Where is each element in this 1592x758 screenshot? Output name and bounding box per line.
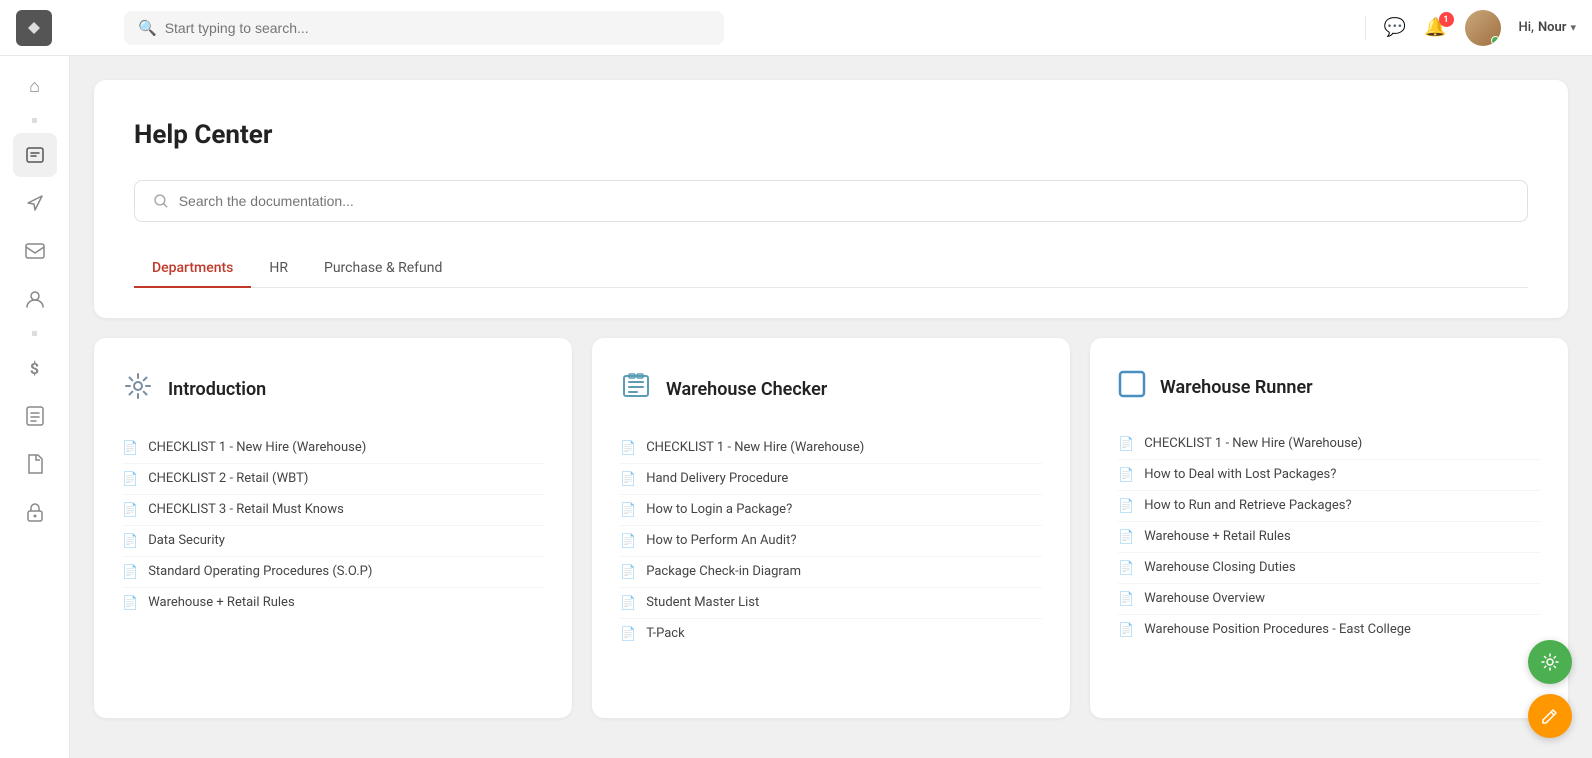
edit-chat-button[interactable] (1528, 694, 1572, 738)
sidebar: ⌂ $ (0, 0, 70, 758)
doc-icon: 📄 (122, 503, 138, 518)
list-item[interactable]: 📄 CHECKLIST 2 - Retail (WBT) (122, 464, 544, 495)
tab-departments[interactable]: Departments (134, 250, 251, 288)
category-title-introduction: Introduction (168, 379, 266, 400)
doc-icon: 📄 (620, 627, 636, 642)
sidebar-item-users[interactable] (13, 277, 57, 321)
notification-badge: 1 (1439, 12, 1454, 27)
list-item[interactable]: 📄 CHECKLIST 1 - New Hire (Warehouse) (122, 433, 544, 464)
chat-buttons (1528, 640, 1572, 738)
list-item[interactable]: 📄 T-Pack (620, 619, 1042, 649)
avatar[interactable] (1465, 10, 1501, 46)
app-logo[interactable] (16, 10, 52, 46)
doc-icon: 📄 (1118, 592, 1134, 607)
settings-chat-button[interactable] (1528, 640, 1572, 684)
list-item[interactable]: 📄 CHECKLIST 1 - New Hire (Warehouse) (620, 433, 1042, 464)
sidebar-item-documents[interactable] (13, 442, 57, 486)
page-title: Help Center (134, 120, 1528, 150)
gear-icon (122, 370, 154, 409)
list-item[interactable]: 📄 CHECKLIST 3 - Retail Must Knows (122, 495, 544, 526)
list-item[interactable]: 📄 Warehouse + Retail Rules (122, 588, 544, 618)
doc-icon: 📄 (122, 565, 138, 580)
list-item[interactable]: 📄 How to Perform An Audit? (620, 526, 1042, 557)
list-item[interactable]: 📄 How to Run and Retrieve Packages? (1118, 491, 1540, 522)
doc-icon: 📄 (620, 472, 636, 487)
doc-icon: 📄 (620, 503, 636, 518)
category-header-warehouse-runner: Warehouse Runner (1118, 370, 1540, 405)
list-item[interactable]: 📄 Warehouse Position Procedures - East C… (1118, 615, 1540, 645)
list-item[interactable]: 📄 Data Security (122, 526, 544, 557)
list-item[interactable]: 📄 How to Login a Package? (620, 495, 1042, 526)
category-items-warehouse-checker: 📄 CHECKLIST 1 - New Hire (Warehouse) 📄 H… (620, 433, 1042, 649)
category-title-warehouse-checker: Warehouse Checker (666, 379, 827, 400)
category-card-warehouse-runner: Warehouse Runner 📄 CHECKLIST 1 - New Hir… (1090, 338, 1568, 718)
list-item[interactable]: 📄 Warehouse + Retail Rules (1118, 522, 1540, 553)
list-item[interactable]: 📄 Standard Operating Procedures (S.O.P) (122, 557, 544, 588)
tab-hr[interactable]: HR (251, 250, 306, 288)
doc-icon: 📄 (122, 534, 138, 549)
doc-icon: 📄 (620, 534, 636, 549)
doc-icon: 📄 (1118, 437, 1134, 452)
list-item[interactable]: 📄 Hand Delivery Procedure (620, 464, 1042, 495)
sidebar-item-lock[interactable] (13, 490, 57, 534)
doc-icon: 📄 (122, 441, 138, 456)
sidebar-item-reports[interactable] (13, 394, 57, 438)
sidebar-item-send[interactable] (13, 181, 57, 225)
notification-icon[interactable]: 🔔 1 (1424, 17, 1446, 38)
list-item[interactable]: 📄 CHECKLIST 1 - New Hire (Warehouse) (1118, 429, 1540, 460)
category-header-warehouse-checker: Warehouse Checker (620, 370, 1042, 409)
tab-purchase-refund[interactable]: Purchase & Refund (306, 250, 460, 288)
help-search-icon (153, 193, 169, 209)
doc-icon: 📄 (620, 441, 636, 456)
category-card-warehouse-checker: Warehouse Checker 📄 CHECKLIST 1 - New Hi… (592, 338, 1070, 718)
sidebar-item-tasks[interactable] (13, 133, 57, 177)
list-icon (620, 370, 652, 409)
avatar-online-indicator (1491, 36, 1500, 45)
doc-icon: 📄 (1118, 499, 1134, 514)
help-tabs: Departments HR Purchase & Refund (134, 250, 1528, 288)
global-search-input[interactable] (165, 20, 710, 36)
chat-icon[interactable]: 💬 (1384, 17, 1406, 38)
chevron-down-icon[interactable]: ▾ (1570, 21, 1576, 34)
list-item[interactable]: 📄 Package Check-in Diagram (620, 557, 1042, 588)
topbar-divider (1365, 16, 1366, 40)
doc-icon: 📄 (1118, 623, 1134, 638)
doc-icon: 📄 (122, 596, 138, 611)
sidebar-item-home[interactable]: ⌂ (13, 64, 57, 108)
doc-icon: 📄 (620, 565, 636, 580)
category-title-warehouse-runner: Warehouse Runner (1160, 377, 1313, 398)
list-item[interactable]: 📄 Warehouse Overview (1118, 584, 1540, 615)
sidebar-item-mail[interactable] (13, 229, 57, 273)
sidebar-dot (32, 118, 37, 123)
category-card-introduction: Introduction 📄 CHECKLIST 1 - New Hire (W… (94, 338, 572, 718)
global-search-bar[interactable]: 🔍 (124, 11, 724, 45)
doc-icon: 📄 (1118, 468, 1134, 483)
list-item[interactable]: 📄 Student Master List (620, 588, 1042, 619)
list-item[interactable]: 📄 Warehouse Closing Duties (1118, 553, 1540, 584)
doc-icon: 📄 (1118, 561, 1134, 576)
help-search-bar[interactable] (134, 180, 1528, 222)
main-content: Help Center Departments HR Purchase & Re… (70, 56, 1592, 758)
topbar: 🔍 💬 🔔 1 Hi, Nour ▾ (0, 0, 1592, 56)
category-items-introduction: 📄 CHECKLIST 1 - New Hire (Warehouse) 📄 C… (122, 433, 544, 618)
doc-icon: 📄 (620, 596, 636, 611)
sidebar-dot-2 (32, 331, 37, 336)
sidebar-item-finance[interactable]: $ (13, 346, 57, 390)
category-grid: Introduction 📄 CHECKLIST 1 - New Hire (W… (94, 338, 1568, 718)
square-icon (1118, 370, 1146, 405)
search-icon: 🔍 (138, 19, 157, 37)
list-item[interactable]: 📄 How to Deal with Lost Packages? (1118, 460, 1540, 491)
doc-icon: 📄 (1118, 530, 1134, 545)
doc-icon: 📄 (122, 472, 138, 487)
help-search-input[interactable] (179, 193, 1509, 209)
user-greeting: Hi, Nour ▾ (1519, 20, 1576, 35)
topbar-right: 💬 🔔 1 Hi, Nour ▾ (1365, 10, 1576, 46)
category-header-introduction: Introduction (122, 370, 544, 409)
category-items-warehouse-runner: 📄 CHECKLIST 1 - New Hire (Warehouse) 📄 H… (1118, 429, 1540, 645)
help-center-card: Help Center Departments HR Purchase & Re… (94, 80, 1568, 318)
